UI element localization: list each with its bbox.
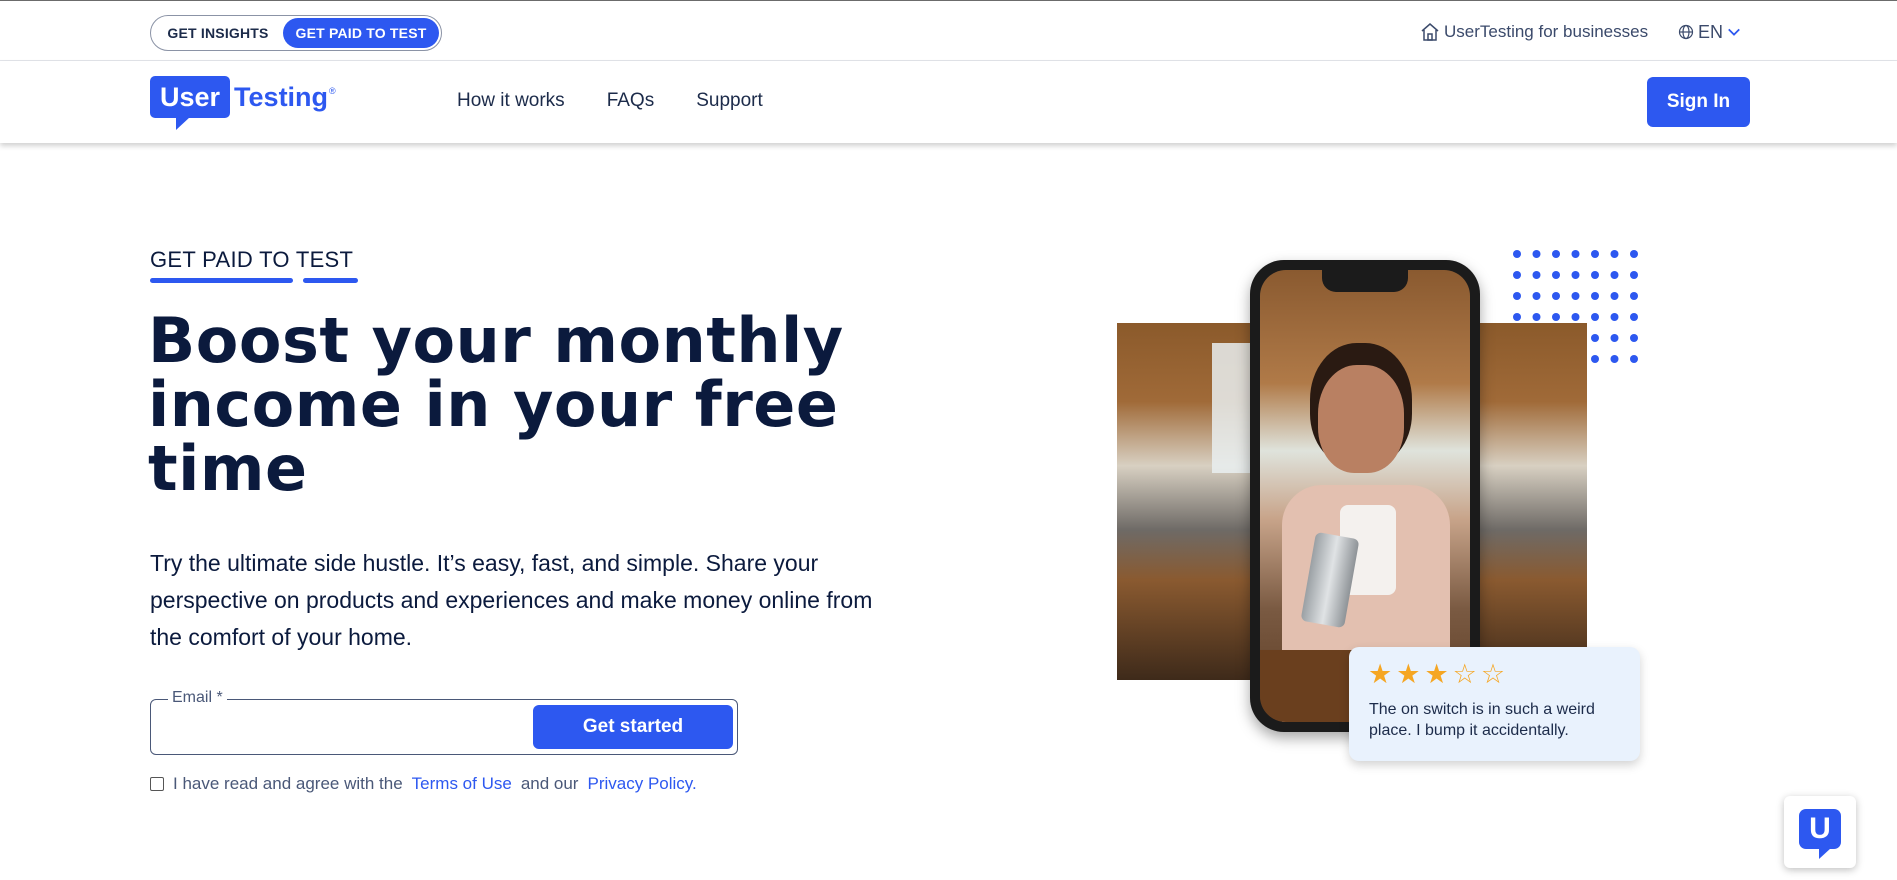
email-input[interactable] <box>163 712 553 744</box>
pattern-dot <box>1610 292 1619 300</box>
globe-icon <box>1678 24 1694 40</box>
pattern-dot <box>1630 250 1638 258</box>
eyebrow-underline <box>150 278 293 283</box>
home-icon <box>1421 23 1439 41</box>
hero-subcopy: Try the ultimate side hustle. It’s easy,… <box>150 550 873 650</box>
pattern-dot <box>1552 313 1560 321</box>
logo-user: User <box>150 76 231 130</box>
business-link[interactable]: UserTesting for businesses <box>1420 21 1648 43</box>
chevron-down-icon <box>1728 28 1740 36</box>
privacy-policy-link[interactable]: Privacy Policy. <box>587 774 696 794</box>
pattern-dot <box>1532 271 1541 279</box>
language-label: EN <box>1698 21 1724 42</box>
pattern-dot <box>1552 250 1560 258</box>
audience-toggle: GET INSIGHTS GET PAID TO TEST <box>150 15 442 51</box>
business-link-label: UserTesting for businesses <box>1444 22 1649 41</box>
hero-eyebrow: GET PAID TO TEST <box>150 247 354 272</box>
logo-testing: Testing <box>234 81 329 112</box>
utility-bar: GET INSIGHTS GET PAID TO TEST UserTestin… <box>0 0 1897 61</box>
logo-registered-mark: ® <box>329 86 336 96</box>
email-field: Email * Get started <box>150 689 738 755</box>
consent-row: I have read and agree with the Terms of … <box>150 774 697 794</box>
usertesting-logo[interactable]: User Testing ® <box>150 76 336 132</box>
phone-notch <box>1322 270 1408 292</box>
pattern-dot <box>1532 313 1541 321</box>
language-selector[interactable]: EN <box>1678 21 1741 43</box>
pattern-dot <box>1571 292 1580 300</box>
pattern-dot <box>1630 292 1638 300</box>
star-filled-icon: ★ <box>1396 659 1421 690</box>
consent-checkbox[interactable] <box>150 777 164 791</box>
eyebrow-underline <box>303 278 358 283</box>
email-label: Email * <box>168 689 227 707</box>
pattern-dot <box>1630 271 1638 279</box>
pattern-dot <box>1610 271 1619 279</box>
pattern-dot <box>1513 313 1521 321</box>
pattern-dot <box>1513 292 1521 300</box>
chat-logo-icon: U <box>1799 809 1841 859</box>
pattern-dot <box>1610 250 1619 258</box>
pattern-dot <box>1513 250 1521 258</box>
nav-how-it-works[interactable]: How it works <box>457 90 565 112</box>
pattern-dot <box>1591 292 1599 300</box>
consent-middle: and our <box>520 774 579 793</box>
pattern-dot <box>1610 313 1619 321</box>
pattern-dot <box>1630 313 1638 321</box>
star-empty-icon: ☆ <box>1452 659 1477 690</box>
toggle-get-insights[interactable]: GET INSIGHTS <box>153 18 283 48</box>
nav-faqs[interactable]: FAQs <box>607 90 655 112</box>
pattern-dot <box>1591 313 1599 321</box>
pattern-dot <box>1532 292 1541 300</box>
star-rating: ★ ★ ★ ☆ ☆ <box>1368 661 1505 689</box>
pattern-dot <box>1532 250 1541 258</box>
pattern-dot <box>1591 250 1599 258</box>
pattern-dot <box>1513 271 1521 279</box>
toggle-get-paid-to-test[interactable]: GET PAID TO TEST <box>283 18 439 48</box>
star-filled-icon: ★ <box>1368 659 1393 690</box>
pattern-dot <box>1571 313 1580 321</box>
pattern-dot <box>1552 271 1560 279</box>
nav-links: How it works FAQs Support <box>457 90 763 112</box>
main-nav: User Testing ® How it works FAQs Support… <box>0 61 1897 143</box>
pattern-dot <box>1571 271 1580 279</box>
star-filled-icon: ★ <box>1424 659 1449 690</box>
chat-widget-button[interactable]: U <box>1784 796 1856 868</box>
pattern-dot <box>1630 355 1638 363</box>
pattern-dot <box>1571 250 1580 258</box>
pattern-dot <box>1591 334 1599 342</box>
pattern-dot <box>1591 271 1599 279</box>
pattern-dot <box>1630 334 1638 342</box>
pattern-dot <box>1591 355 1599 363</box>
pattern-dot <box>1610 334 1619 342</box>
hero-headline: Boost your monthly income in your free t… <box>148 304 844 505</box>
review-card: ★ ★ ★ ☆ ☆ The on switch is in such a weird p… <box>1349 647 1640 761</box>
consent-prefix: I have read and agree with the <box>173 774 403 793</box>
pattern-dot <box>1552 292 1560 300</box>
star-empty-icon: ☆ <box>1480 659 1506 690</box>
review-text: The on switch is in such a weird place. … <box>1369 701 1595 739</box>
terms-of-use-link[interactable]: Terms of Use <box>412 774 512 794</box>
pattern-dot <box>1610 355 1619 363</box>
sign-in-button[interactable]: Sign In <box>1647 77 1750 127</box>
nav-support[interactable]: Support <box>696 90 763 112</box>
get-started-button[interactable]: Get started <box>533 705 733 749</box>
